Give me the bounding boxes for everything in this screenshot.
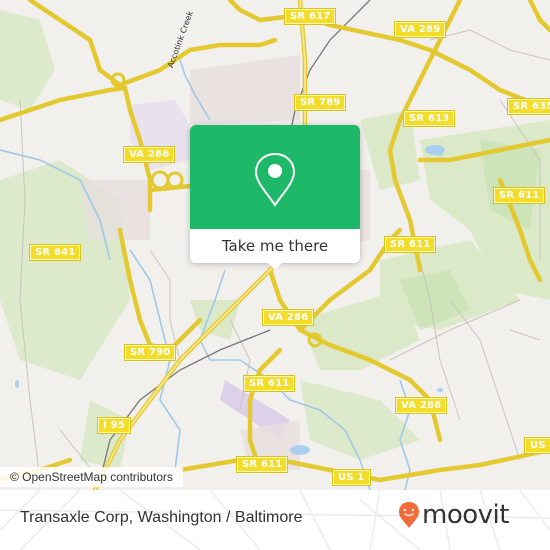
map-attribution[interactable]: © OpenStreetMap contributors <box>0 467 183 487</box>
road-shield-sr789: SR 789 <box>293 94 347 111</box>
road-shield-sr611-s: SR 611 <box>235 456 289 473</box>
take-me-there-button[interactable]: Take me there <box>190 229 360 263</box>
popup-header <box>190 125 360 229</box>
road-shield-sr611-ne: SR 611 <box>383 236 437 253</box>
road-shield-va286-se: VA 286 <box>394 397 448 414</box>
road-shield-va286-c: VA 286 <box>261 309 315 326</box>
location-popup: Take me there <box>190 125 360 270</box>
road-shield-us1-se: US 1 <box>524 437 550 454</box>
popup-pointer <box>267 262 283 270</box>
moovit-logo[interactable]: moovit <box>398 500 509 530</box>
road-shield-sr613: SR 613 <box>402 110 456 127</box>
road-shield-va289: VA 289 <box>393 21 447 38</box>
road-shield-sr611-e: SR 611 <box>492 187 546 204</box>
road-shield-sr790: SR 790 <box>123 344 177 361</box>
moovit-pin-icon <box>399 502 419 528</box>
road-shield-sr635: SR 635 <box>506 98 550 115</box>
road-shield-sr617: SR 617 <box>283 8 337 25</box>
map-view[interactable]: Accotink Creek SR 617 VA 289 SR 789 SR 6… <box>0 0 550 490</box>
map-pin-icon <box>254 152 296 207</box>
moovit-wordmark: moovit <box>422 500 509 530</box>
road-shield-va286-nw: VA 286 <box>122 146 176 163</box>
road-shield-sr611-c: SR 611 <box>242 375 296 392</box>
footer-bar: Transaxle Corp, Washington / Baltimore m… <box>0 490 550 550</box>
location-title: Transaxle Corp, Washington / Baltimore <box>20 509 303 526</box>
road-shield-sr641: SR 641 <box>28 244 82 261</box>
road-shield-us1-s: US 1 <box>332 469 371 486</box>
road-shield-i95: I 95 <box>97 417 131 434</box>
